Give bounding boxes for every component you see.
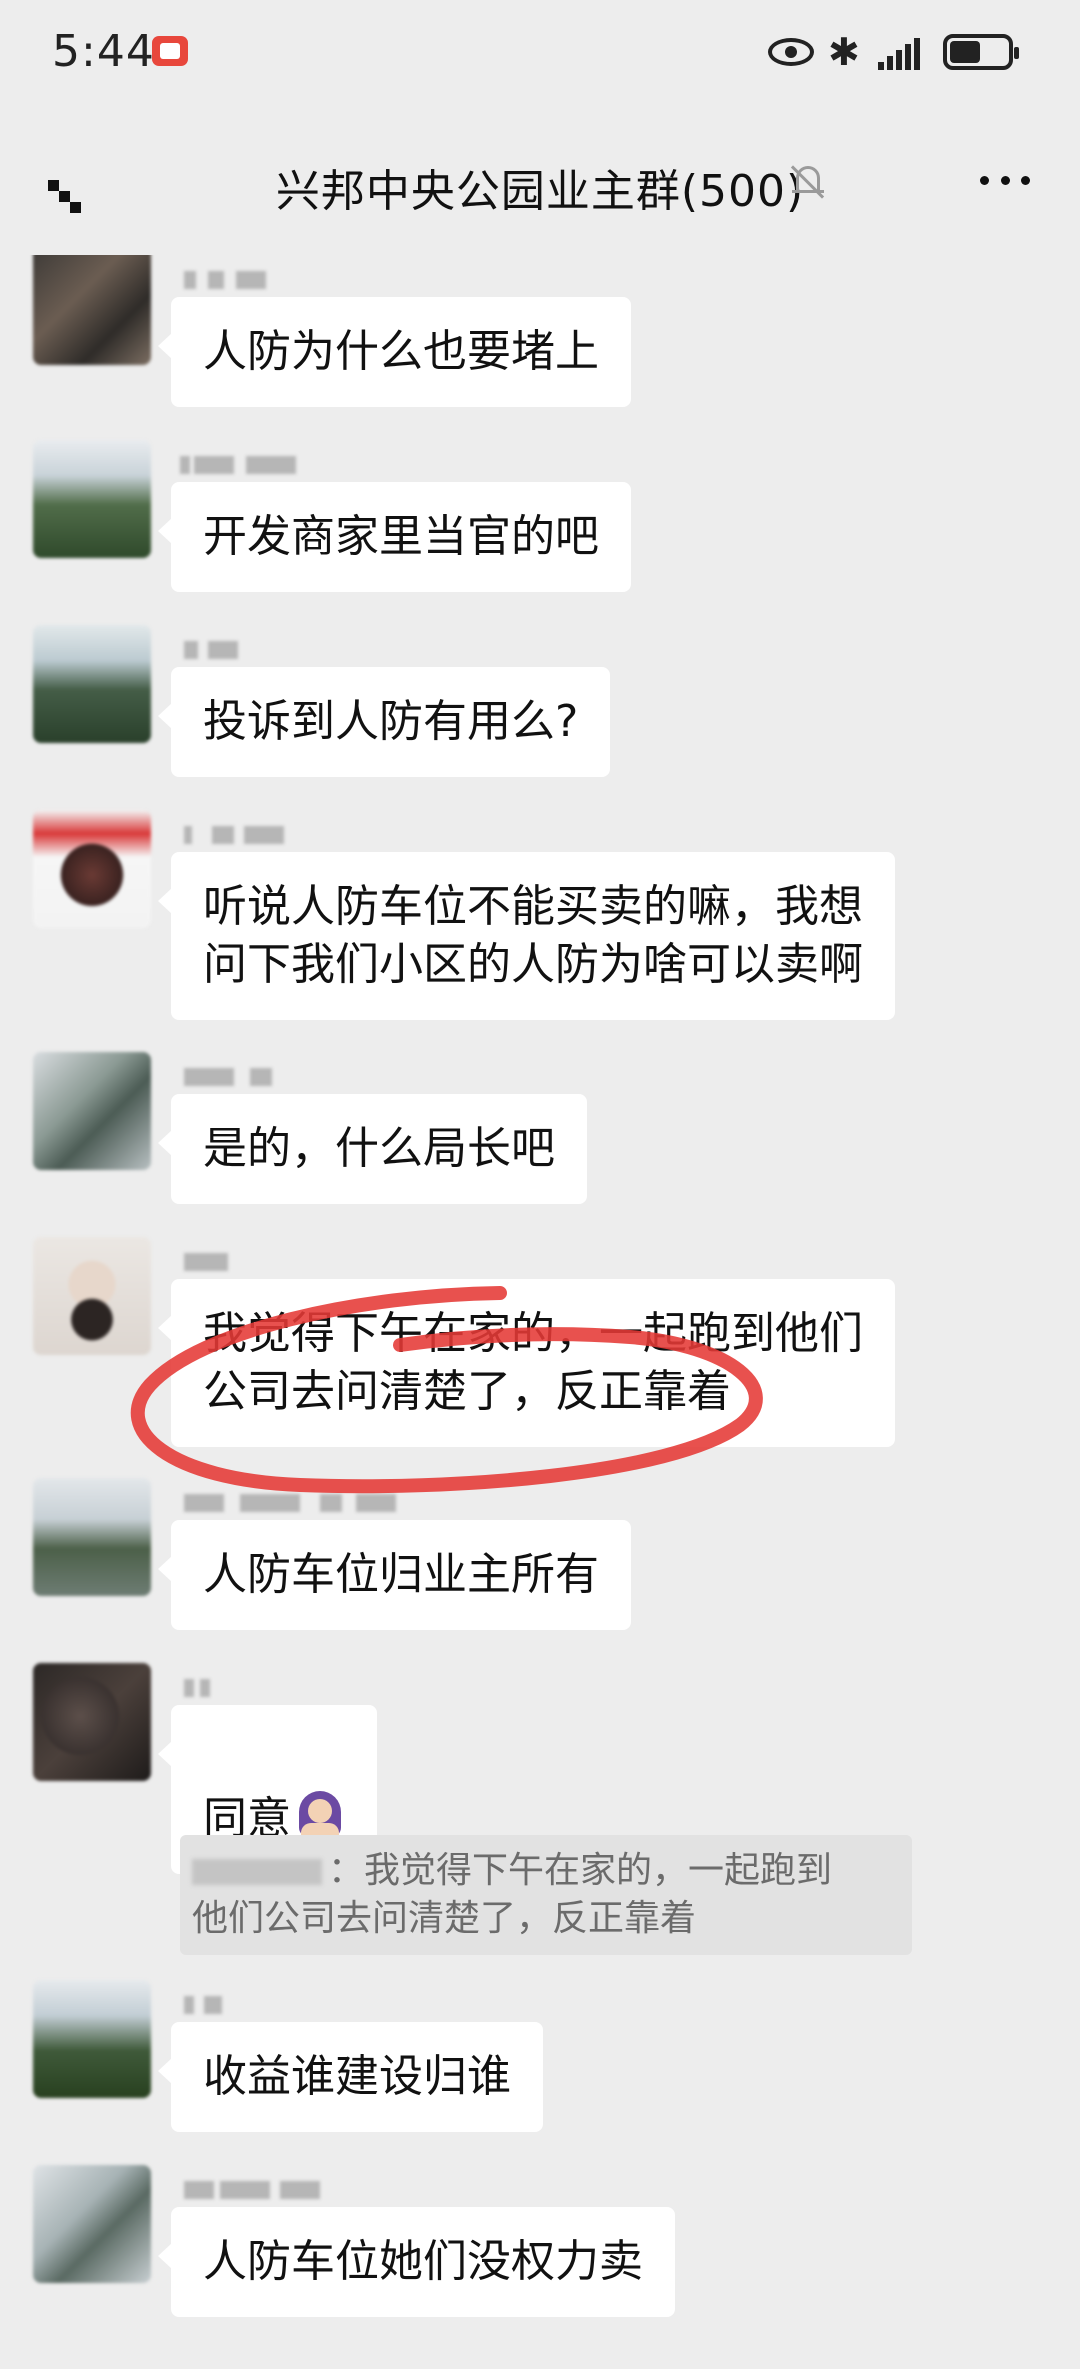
- message-bubble[interactable]: 人防车位她们没权力卖: [158, 2207, 675, 2317]
- quoted-sender-name: [192, 1859, 322, 1885]
- sender-name: [180, 2175, 380, 2205]
- battery-icon: [943, 34, 1019, 70]
- status-time: 5:44: [52, 26, 155, 77]
- status-bar: 5:44 ✱: [0, 0, 1080, 105]
- sender-name: [180, 265, 380, 295]
- message-bubble[interactable]: 人防车位归业主所有: [158, 1520, 631, 1630]
- message-bubble[interactable]: 是的，什么局长吧: [158, 1094, 587, 1204]
- sender-name: [180, 820, 380, 850]
- sender-name: [180, 1062, 380, 1092]
- message-bubble[interactable]: 收益谁建设归谁: [158, 2022, 543, 2132]
- message-bubble[interactable]: 人防为什么也要堵上: [158, 297, 631, 407]
- sender-name: [180, 450, 380, 480]
- avatar[interactable]: [33, 810, 151, 928]
- sender-name: [180, 1990, 380, 2020]
- chat-title[interactable]: 兴邦中央公园业主群(500): [0, 155, 1080, 219]
- avatar[interactable]: [33, 1478, 151, 1596]
- avatar[interactable]: [33, 1052, 151, 1170]
- mute-icon: [790, 162, 826, 202]
- avatar[interactable]: [33, 255, 151, 365]
- sender-name: [180, 1488, 396, 1518]
- avatar[interactable]: [33, 1980, 151, 2098]
- chat-header: 兴邦中央公园业主群(500): [0, 105, 1080, 255]
- avatar[interactable]: [33, 1237, 151, 1355]
- signal-icon: [878, 38, 922, 70]
- woman-gesturing-emoji: [295, 1789, 345, 1839]
- eye-icon: [768, 38, 814, 66]
- avatar[interactable]: [33, 440, 151, 558]
- sender-name: [180, 635, 380, 665]
- message-bubble[interactable]: 投诉到人防有用么?: [157, 667, 611, 777]
- quoted-message[interactable]: ：我觉得下午在家的，一起跑到 他们公司去问清楚了，反正靠着: [180, 1835, 912, 1955]
- sender-name: [180, 1673, 380, 1703]
- avatar[interactable]: [33, 625, 151, 743]
- notification-icon: [152, 36, 188, 66]
- avatar[interactable]: [33, 2165, 151, 2283]
- message-bubble[interactable]: 我觉得下午在家的，一起跑到他们 公司去问清楚了，反正靠着: [158, 1279, 895, 1447]
- message-bubble[interactable]: 开发商家里当官的吧: [158, 482, 631, 592]
- sender-name: [180, 1247, 380, 1277]
- message-list[interactable]: 人防为什么也要堵上 开发商家里当官的吧 投诉到人防有用么? 听说人防车位不能买卖…: [0, 255, 1080, 2369]
- status-icons: ✱: [768, 30, 1028, 74]
- message-bubble[interactable]: 听说人防车位不能买卖的嘛，我想 问下我们小区的人防为啥可以卖啊: [158, 852, 895, 1020]
- more-icon[interactable]: [980, 165, 1030, 195]
- avatar[interactable]: [33, 1663, 151, 1781]
- bluetooth-icon: ✱: [828, 30, 860, 74]
